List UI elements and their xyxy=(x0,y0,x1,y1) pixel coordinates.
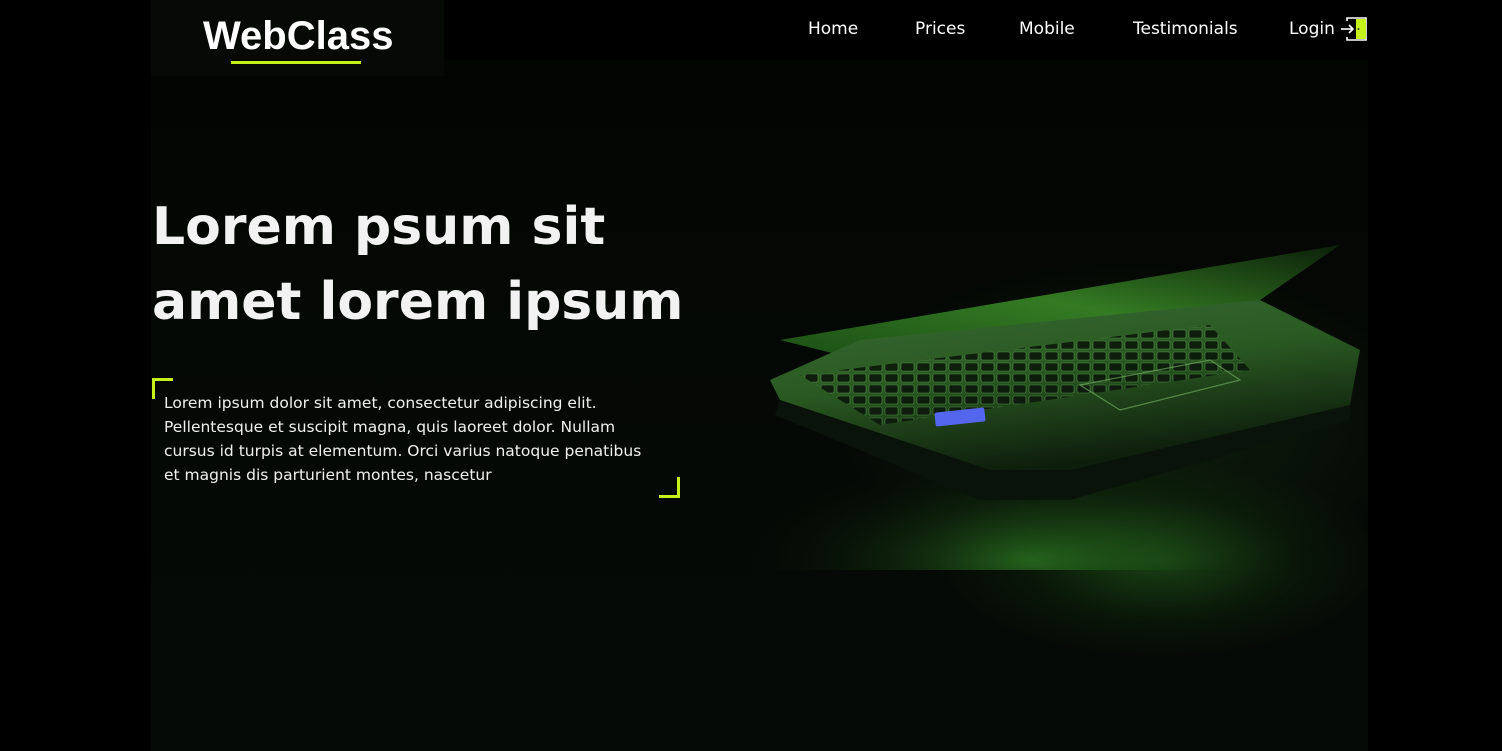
hero-description-line: Lorem ipsum dolor sit amet, consectetur … xyxy=(164,394,597,412)
hero-headline: Lorem psum sit amet lorem ipsum xyxy=(152,190,712,340)
nav-mobile-link[interactable]: Mobile xyxy=(1019,16,1075,42)
nav-login-link[interactable]: Login xyxy=(1289,16,1335,42)
nav-home-link[interactable]: Home xyxy=(808,16,858,42)
logo-underline xyxy=(231,61,361,64)
nav-testimonials-link[interactable]: Testimonials xyxy=(1133,16,1238,42)
nav-prices-link[interactable]: Prices xyxy=(915,16,965,42)
hero-headline-line-1: Lorem psum sit xyxy=(152,197,606,257)
site-logo[interactable]: WebClass xyxy=(203,12,393,60)
hero-description-line: et magnis dis parturient montes, nascetu… xyxy=(164,466,492,484)
laptop-green-glow-image xyxy=(740,245,1360,570)
login-door-icon[interactable] xyxy=(1339,15,1369,43)
landing-page: WebClass Home Prices Mobile Testimonials… xyxy=(0,0,1502,751)
bracket-bottom-right-decoration xyxy=(659,477,680,498)
hero-headline-line-2: amet lorem ipsum xyxy=(152,272,684,332)
hero-description-line: cursus id turpis at elementum. Orci vari… xyxy=(164,442,642,460)
hero-description: Lorem ipsum dolor sit amet, consectetur … xyxy=(164,391,674,487)
hero-description-line: Pellentesque et suscipit magna, quis lao… xyxy=(164,418,616,436)
